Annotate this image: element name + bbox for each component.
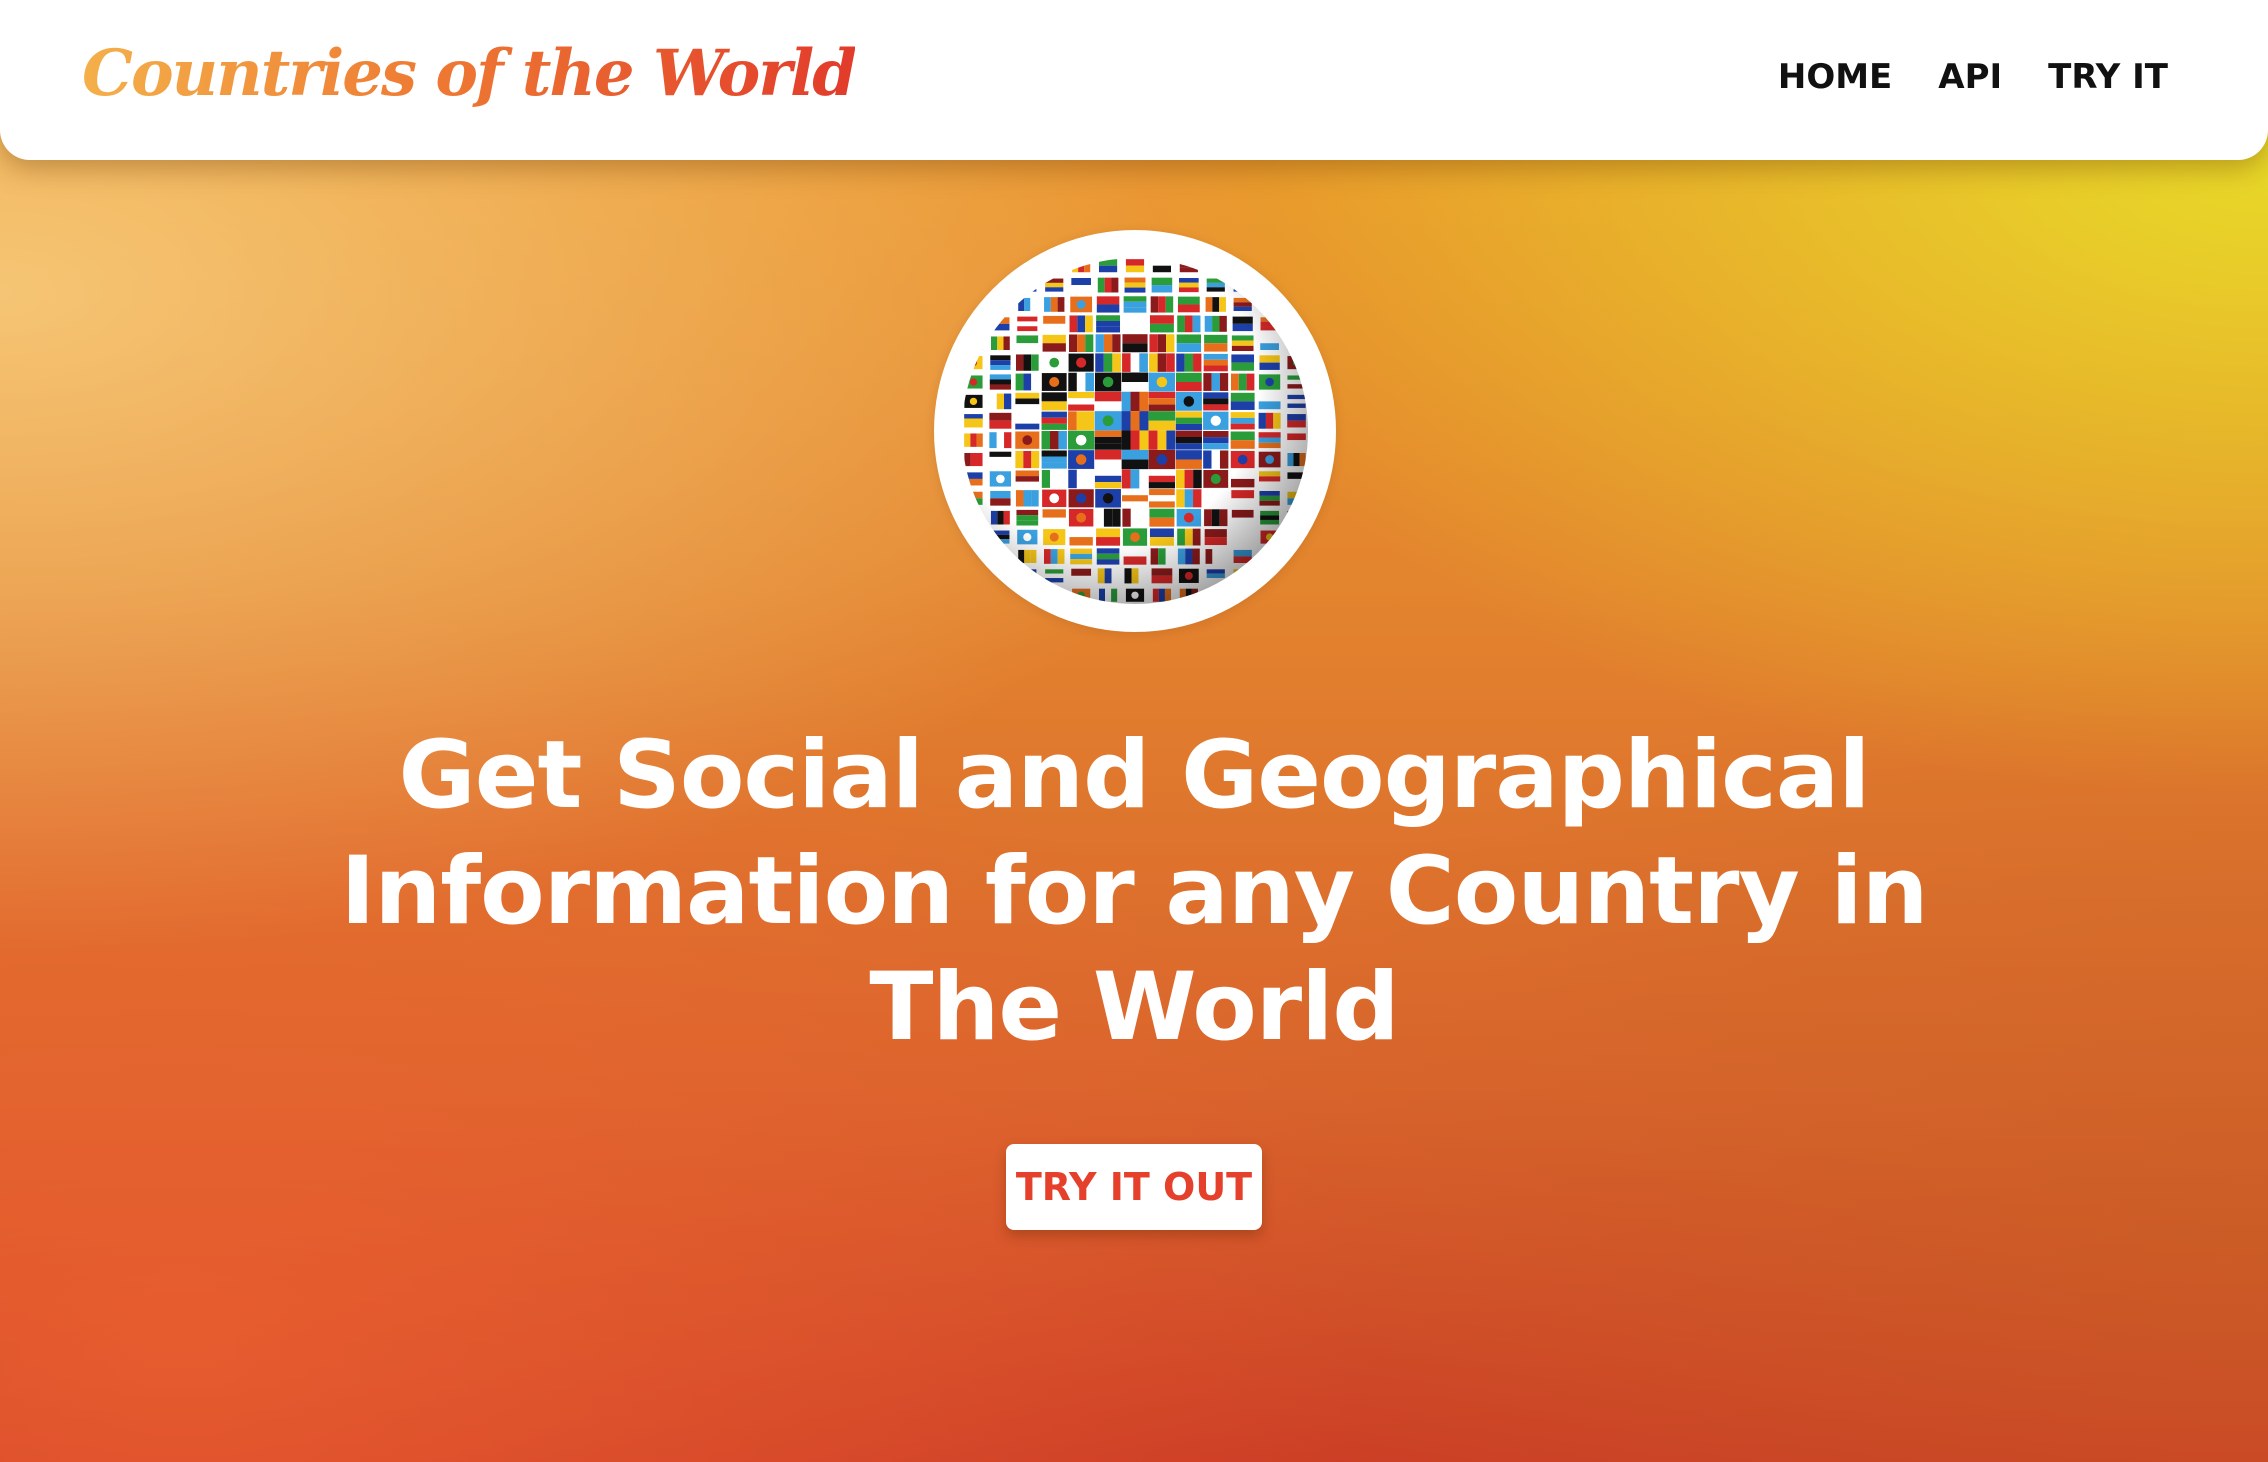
flag-tile (964, 336, 983, 350)
flag-tile (991, 297, 1010, 312)
flag-tile (1287, 511, 1306, 525)
flag-tile (1045, 259, 1064, 273)
flag-tile (991, 549, 1010, 564)
nav-try-it-link[interactable]: TRY IT (2048, 57, 2168, 98)
hero-title: Get Social and Geographical Information … (340, 721, 1928, 1062)
globe-shading (962, 258, 1308, 604)
nav-home-link[interactable]: HOME (1778, 57, 1892, 98)
flag-tile (964, 511, 983, 525)
flag-tile (1260, 549, 1279, 564)
hero-logo (934, 230, 1336, 632)
brand-logo[interactable]: Countries of the World (82, 32, 857, 115)
flag-globe-icon (962, 258, 1308, 604)
nav-api-link[interactable]: API (1938, 57, 2002, 98)
flag-tile (1206, 259, 1225, 273)
flag-tile (1233, 278, 1252, 292)
flag-tile (1045, 588, 1064, 602)
flag-tile (1233, 569, 1252, 583)
flag-tile (1287, 336, 1306, 350)
navbar: Countries of the World HOME API TRY IT (0, 0, 2268, 160)
flag-tile (1018, 278, 1037, 292)
flag-tile (1260, 297, 1279, 312)
flag-tile (1018, 569, 1037, 583)
try-it-out-button[interactable]: TRY IT OUT (1006, 1144, 1262, 1230)
flag-tile (1206, 588, 1225, 602)
main-nav: HOME API TRY IT (1778, 57, 2168, 98)
